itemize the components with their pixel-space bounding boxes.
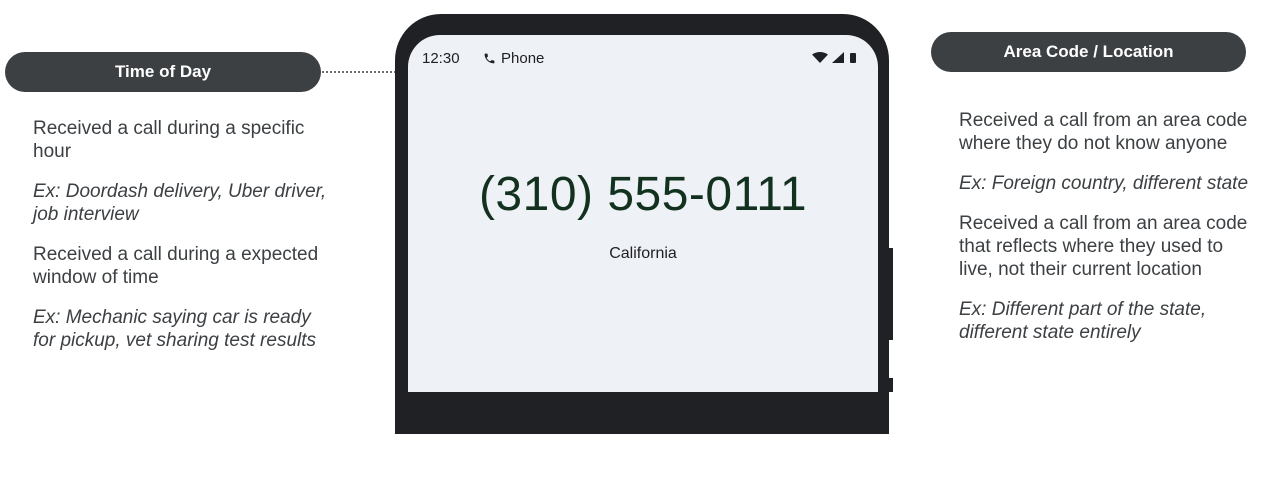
time-of-day-label: Time of Day bbox=[5, 52, 321, 92]
caller-number: (310) 555-0111 bbox=[478, 168, 808, 221]
area-example-1: Ex: Foreign country, different state bbox=[959, 173, 1249, 194]
area-item-1: Received a call from an area code where … bbox=[959, 110, 1248, 154]
battery-icon bbox=[850, 53, 856, 63]
status-bar: 12:30 Phone bbox=[422, 48, 872, 72]
time-example-1: Ex: Doordash delivery, Uber driver, job … bbox=[33, 181, 327, 225]
area-code-column: Received a call from an area code where … bbox=[959, 109, 1259, 361]
status-call: Phone bbox=[483, 50, 544, 67]
status-icons bbox=[812, 51, 864, 69]
time-item-1: Received a call during a specific hour bbox=[33, 118, 305, 162]
phone-frame: 12:30 Phone (310) 555-0111 California bbox=[395, 14, 889, 434]
time-item-2: Received a call during a expected window… bbox=[33, 244, 319, 288]
phone-side-button-lower bbox=[888, 378, 893, 392]
area-item-2: Received a call from an area code that r… bbox=[959, 213, 1248, 280]
caller-location: California bbox=[609, 245, 677, 262]
signal-icon bbox=[832, 52, 844, 63]
time-of-day-column: Received a call during a specific hour E… bbox=[33, 117, 333, 369]
phone-screen: 12:30 Phone (310) 555-0111 California bbox=[408, 35, 878, 392]
status-time: 12:30 bbox=[422, 50, 460, 67]
phone-icon bbox=[484, 53, 495, 64]
time-example-2: Ex: Mechanic saying car is ready for pic… bbox=[33, 307, 317, 351]
status-app-label: Phone bbox=[501, 50, 545, 67]
wifi-icon bbox=[812, 52, 828, 63]
area-example-2: Ex: Different part of the state, differe… bbox=[959, 299, 1207, 343]
area-code-label: Area Code / Location bbox=[931, 32, 1246, 72]
phone-side-button bbox=[888, 248, 893, 340]
